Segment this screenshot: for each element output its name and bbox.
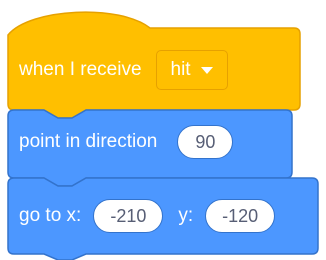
direction-input[interactable]: 90 <box>177 125 234 159</box>
message-dropdown-value: hit <box>170 59 191 80</box>
script-area: when I receive hit point in direction 90… <box>0 0 326 260</box>
message-dropdown[interactable]: hit <box>155 50 228 90</box>
point-in-direction-label: point in direction <box>19 131 158 152</box>
point-in-direction-block[interactable]: point in direction 90 <box>19 121 234 163</box>
y-input[interactable]: -120 <box>205 199 276 233</box>
chevron-down-icon <box>200 66 213 74</box>
x-input[interactable]: -210 <box>93 199 164 233</box>
go-to-x-label: go to x: <box>19 205 82 226</box>
when-i-receive-label: when I receive <box>19 59 142 80</box>
y-label: y: <box>178 205 194 226</box>
go-to-xy-block[interactable]: go to x: -210 y: -120 <box>19 193 276 239</box>
when-i-receive-block[interactable]: when I receive hit <box>19 49 228 91</box>
